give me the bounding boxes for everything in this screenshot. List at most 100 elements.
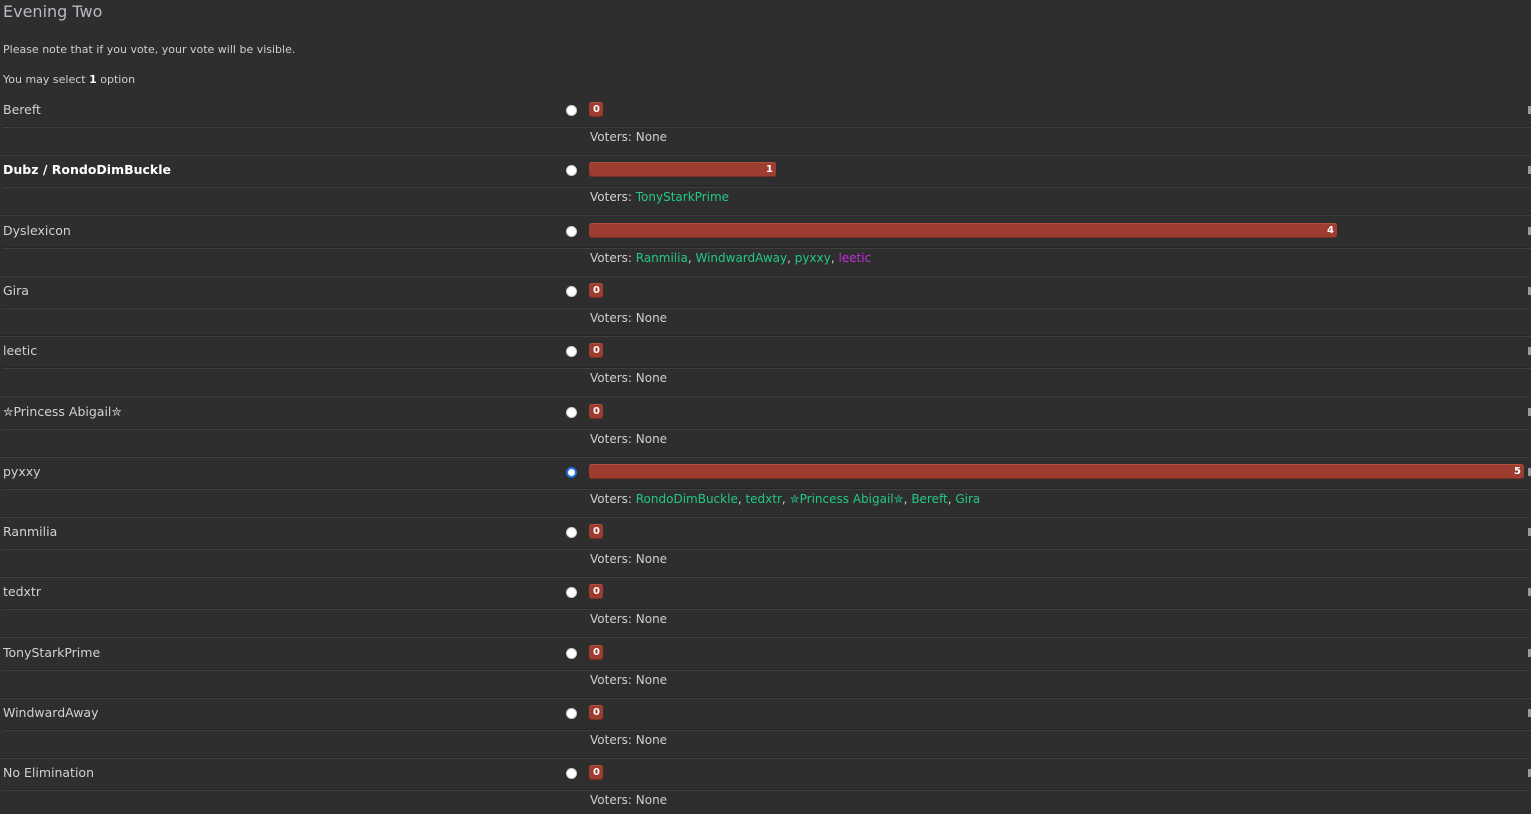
voters-line: Voters: None <box>590 793 667 807</box>
vote-count: 4 <box>1327 225 1334 236</box>
vote-bar: 0 <box>589 343 603 358</box>
option-radio[interactable] <box>566 286 577 297</box>
vote-count: 0 <box>593 586 600 597</box>
row-divider <box>0 214 1531 216</box>
row-divider <box>0 456 1531 458</box>
vote-bar: 1 <box>589 162 776 177</box>
voters-none: None <box>635 432 668 446</box>
row-divider <box>0 757 1531 759</box>
row-divider <box>0 335 1531 337</box>
voters-none: None <box>635 612 668 626</box>
row-divider <box>0 636 1531 638</box>
option-radio[interactable] <box>566 648 577 659</box>
row-divider <box>0 275 1531 277</box>
voters-label: Voters: <box>590 432 636 446</box>
voters-line: Voters: None <box>590 612 667 626</box>
option-label: ✮Princess Abigail✮ <box>3 404 122 419</box>
poll-option: pyxxy 5 Voters: RondoDimBuckle, tedxtr, ✮P… <box>0 462 1531 522</box>
voter-link[interactable]: ✮Princess Abigail✮ <box>790 492 904 506</box>
voters-label: Voters: <box>590 793 636 807</box>
voters-line: Voters: None <box>590 432 667 446</box>
row-divider <box>3 669 1531 671</box>
option-radio[interactable] <box>566 346 577 357</box>
voters-label: Voters: <box>590 130 636 144</box>
voter-link[interactable]: TonyStarkPrime <box>636 190 729 204</box>
vote-count: 0 <box>593 285 600 296</box>
option-label: No Elimination <box>3 765 94 780</box>
option-radio[interactable] <box>566 226 577 237</box>
vote-bar: 0 <box>589 283 603 298</box>
voters-label: Voters: <box>590 371 636 385</box>
poll-option: Gira 0 Voters: None <box>0 281 1531 341</box>
voters-label: Voters: <box>590 673 636 687</box>
vote-count: 0 <box>593 526 600 537</box>
voters-none: None <box>635 130 668 144</box>
row-divider <box>0 516 1531 518</box>
voters-line: Voters: None <box>590 311 667 325</box>
vote-count: 0 <box>593 767 600 778</box>
voters-label: Voters: <box>590 733 636 747</box>
vote-count: 0 <box>593 345 600 356</box>
voter-separator: , <box>781 492 790 506</box>
row-divider <box>3 608 1531 610</box>
voters-none: None <box>635 733 668 747</box>
vote-bar: 0 <box>589 645 603 660</box>
option-radio[interactable] <box>566 407 577 418</box>
row-divider <box>3 186 1531 188</box>
option-label: tedxtr <box>3 584 41 599</box>
poll-option: ✮Princess Abigail✮ 0 Voters: None <box>0 402 1531 462</box>
voters-label: Voters: <box>590 612 636 626</box>
voter-link[interactable]: leetic <box>838 251 871 265</box>
row-divider <box>0 576 1531 578</box>
voters-line: Voters: None <box>590 733 667 747</box>
vote-count: 0 <box>593 406 600 417</box>
row-divider <box>0 395 1531 397</box>
voter-link[interactable]: tedxtr <box>745 492 781 506</box>
option-label: Bereft <box>3 102 41 117</box>
voters-line: Voters: None <box>590 371 667 385</box>
vote-count: 1 <box>766 164 773 175</box>
option-radio[interactable] <box>566 527 577 538</box>
select-prefix: You may select <box>3 73 90 86</box>
option-radio[interactable] <box>566 165 577 176</box>
voters-none: None <box>635 552 668 566</box>
voter-link[interactable]: pyxxy <box>795 251 831 265</box>
vote-bar: 0 <box>589 584 603 599</box>
vote-count: 0 <box>593 707 600 718</box>
select-limit-note: You may select 1 option <box>3 73 135 86</box>
vote-bar: 4 <box>589 223 1337 238</box>
option-label: Dyslexicon <box>3 223 71 238</box>
poll-option: Dyslexicon 4 Voters: Ranmilia, WindwardAwa… <box>0 221 1531 281</box>
vote-count: 0 <box>593 104 600 115</box>
option-label: TonyStarkPrime <box>3 645 101 660</box>
option-label: leetic <box>3 343 38 358</box>
voters-none: None <box>635 793 668 807</box>
row-divider <box>3 548 1531 550</box>
voters-label: Voters: <box>590 552 636 566</box>
voters-label: Voters: <box>590 311 636 325</box>
option-radio[interactable] <box>566 467 577 478</box>
select-suffix: option <box>96 73 136 86</box>
vote-bar: 0 <box>589 524 603 539</box>
option-radio[interactable] <box>566 587 577 598</box>
voter-separator: , <box>787 251 795 265</box>
option-radio[interactable] <box>566 105 577 116</box>
row-divider <box>3 367 1531 369</box>
row-divider <box>3 789 1531 791</box>
option-radio[interactable] <box>566 768 577 779</box>
voter-link[interactable]: Bereft <box>911 492 947 506</box>
voter-link[interactable]: RondoDimBuckle <box>636 492 738 506</box>
voters-none: None <box>635 673 668 687</box>
row-divider <box>3 126 1531 128</box>
poll-title: Evening Two <box>3 2 103 21</box>
voters-none: None <box>635 311 668 325</box>
option-label: pyxxy <box>3 464 41 479</box>
voter-link[interactable]: WindwardAway <box>695 251 787 265</box>
poll-option: No Elimination 0 Voters: None <box>0 763 1531 814</box>
option-radio[interactable] <box>566 708 577 719</box>
voter-link[interactable]: Ranmilia <box>636 251 688 265</box>
voters-label: Voters: <box>590 190 636 204</box>
poll-option: Ranmilia 0 Voters: None <box>0 522 1531 582</box>
voters-none: None <box>635 371 668 385</box>
voter-link[interactable]: Gira <box>955 492 980 506</box>
